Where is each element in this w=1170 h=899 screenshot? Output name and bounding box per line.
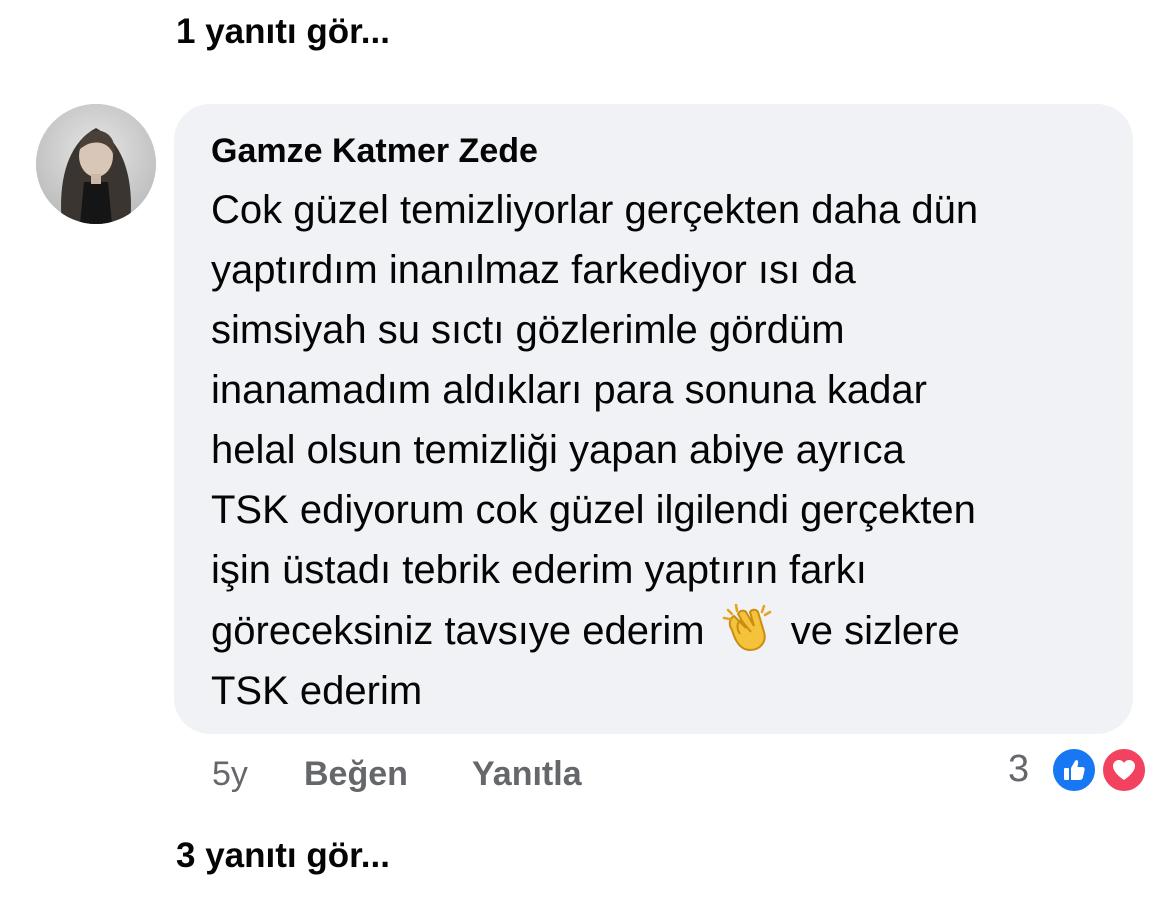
comment-line: Cok güzel temizliyorlar gerçekten daha d… xyxy=(211,188,979,232)
comment-author[interactable]: Gamze Katmer Zede xyxy=(211,128,538,174)
comment-line: TSK ederim xyxy=(211,669,423,713)
comment-line-part: ve sizlere xyxy=(790,609,960,653)
view-replies-link[interactable]: 1 yanıtı gör... xyxy=(176,12,390,52)
comment-text: Cok güzel temizliyorlar gerçekten daha d… xyxy=(211,180,1097,721)
view-replies-link[interactable]: 3 yanıtı gör... xyxy=(176,836,390,876)
comment-line: inanamadım aldıkları para sonuna kadar xyxy=(211,368,927,412)
like-button[interactable]: Beğen xyxy=(304,752,408,796)
comment-bubble: Gamze Katmer Zede Cok güzel temizliyorla… xyxy=(174,104,1133,734)
comment-line: yaptırdım inanılmaz farkediyor ısı da xyxy=(211,248,856,292)
comment-timestamp[interactable]: 5y xyxy=(212,752,248,796)
avatar[interactable] xyxy=(36,104,156,224)
reaction-count: 3 xyxy=(1008,748,1030,790)
comment-line: TSK ediyorum cok güzel ilgilendi gerçekt… xyxy=(211,488,976,532)
comment-line: işin üstadı tebrik ederim yaptırın farkı xyxy=(211,548,867,592)
comment-line: simsiyah su sıctı gözlerimle gördüm xyxy=(211,308,845,352)
profile-photo xyxy=(36,104,156,224)
reply-button[interactable]: Yanıtla xyxy=(472,752,582,796)
like-icon xyxy=(1050,746,1098,794)
comment-line: göreceksiniz tavsıye ederim ve sizlere xyxy=(211,600,1097,661)
love-icon xyxy=(1100,746,1148,794)
comment-line: helal olsun temizliği yapan abiye ayrıca xyxy=(211,428,905,472)
comment-line-part: göreceksiniz tavsıye ederim xyxy=(211,609,705,653)
clapping-hands-icon xyxy=(720,600,774,654)
